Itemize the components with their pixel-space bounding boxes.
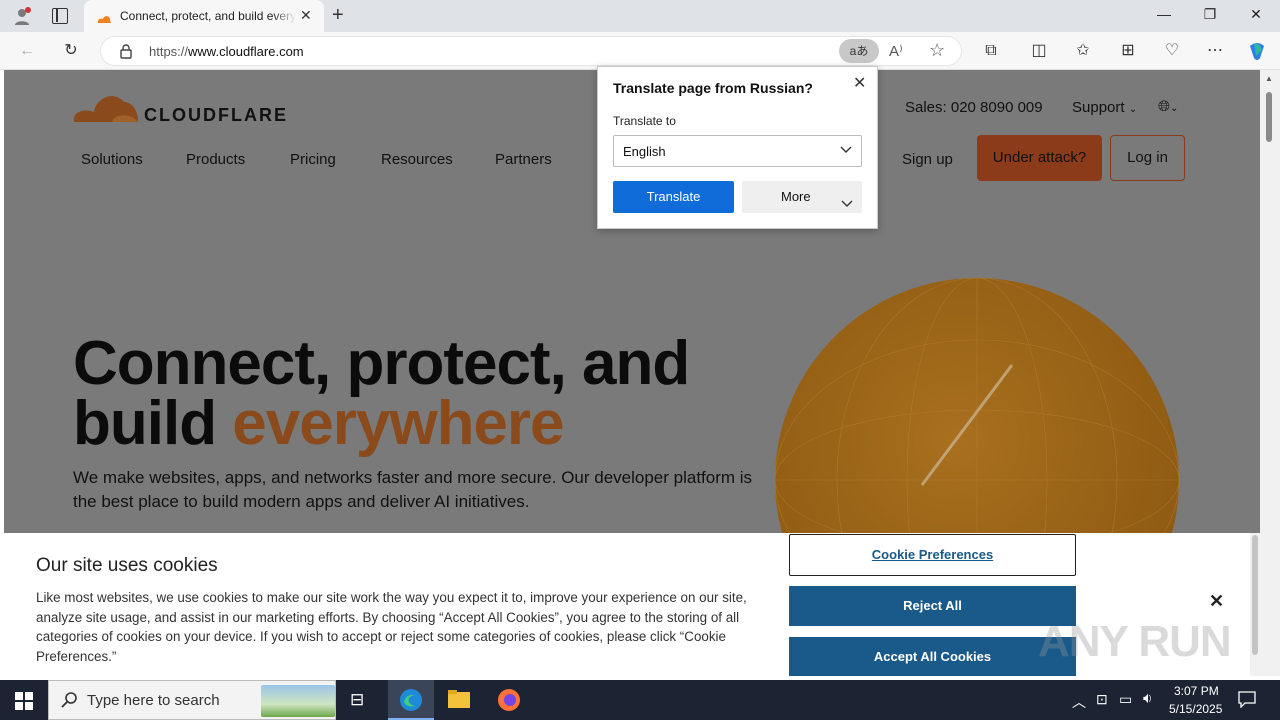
chevron-down-icon [839, 142, 853, 161]
task-view-icon[interactable]: ⊟ [350, 690, 364, 710]
cloudflare-favicon-icon [96, 11, 112, 29]
network-icon[interactable]: ▭ [1119, 691, 1132, 708]
translate-header: Translate page from Russian? [613, 80, 813, 96]
search-placeholder: Type here to search [87, 692, 220, 709]
cookie-title: Our site uses cookies [36, 555, 218, 576]
translate-popup: Translate page from Russian? ✕ Translate… [597, 66, 878, 229]
logo-wordmark: CLOUDFLARE [144, 105, 288, 125]
close-cookie-icon[interactable]: ✕ [1209, 591, 1224, 612]
refresh-icon[interactable]: ↻ [60, 40, 82, 62]
tray-overflow-icon[interactable]: ︿ [1072, 692, 1086, 712]
profile-icon[interactable] [12, 6, 32, 26]
favorites-icon[interactable]: ✩ [1072, 40, 1094, 62]
nav-partners[interactable]: Partners [495, 151, 552, 168]
browser-toolbar: ← ↻ https://www.cloudflare.com aあ A⁾ ☆ ⧉… [0, 32, 1280, 70]
clock-time[interactable]: 3:07 PM [1174, 684, 1219, 698]
copilot-icon[interactable] [1246, 40, 1268, 62]
login-button[interactable]: Log in [1110, 135, 1185, 181]
firefox-icon[interactable] [497, 688, 521, 717]
close-tab-icon[interactable]: ✕ [300, 7, 312, 24]
extensions-icon[interactable]: ⧉ [980, 40, 1002, 62]
signup-link[interactable]: Sign up [902, 151, 953, 168]
lock-icon[interactable] [119, 43, 133, 64]
hero-subtitle: We make websites, apps, and networks fas… [73, 468, 753, 511]
cloudflare-logo[interactable]: CLOUDFLARE [72, 90, 286, 125]
hero-accent-word: everywhere [232, 389, 564, 458]
search-highlight-image [261, 685, 335, 717]
scroll-up-icon[interactable]: ▲ [1265, 74, 1273, 83]
nav-pricing[interactable]: Pricing [290, 151, 336, 168]
translate-to-label: Translate to [613, 114, 676, 128]
search-icon [61, 691, 79, 714]
chevron-down-icon: ⌄ [1128, 104, 1138, 115]
under-attack-button[interactable]: Under attack? [977, 135, 1102, 181]
restore-icon[interactable]: ❐ [1200, 6, 1220, 23]
hero-title: Connect, protect, and build everywhere [73, 329, 690, 458]
minimize-icon[interactable]: — [1154, 6, 1174, 22]
support-menu[interactable]: Support ⌄ [1072, 99, 1137, 116]
favorite-star-icon[interactable]: ☆ [929, 40, 945, 61]
windows-start-icon[interactable] [15, 692, 33, 715]
nav-solutions[interactable]: Solutions [81, 151, 143, 168]
chevron-down-icon [840, 190, 854, 222]
read-aloud-icon[interactable]: A⁾ [889, 42, 903, 60]
url-text: https://www.cloudflare.com [149, 44, 304, 59]
collections-icon[interactable]: ⊞ [1117, 40, 1139, 62]
split-screen-icon[interactable]: ◫ [1028, 40, 1050, 62]
cookie-banner: Our site uses cookies Like most websites… [4, 533, 1260, 676]
tab-strip: Connect, protect, and build everywhere ✕… [0, 0, 1280, 32]
selected-language: English [623, 144, 666, 159]
cookie-preferences-button[interactable]: Cookie Preferences [789, 534, 1076, 576]
edge-taskbar-icon[interactable] [388, 680, 434, 720]
reject-all-button[interactable]: Reject All [789, 586, 1076, 626]
translate-icon[interactable]: aあ [839, 39, 879, 63]
meet-now-icon[interactable]: ⊡ [1096, 691, 1108, 708]
watermark-text: ANY RUN [1038, 617, 1232, 666]
translate-button[interactable]: Translate [613, 181, 734, 213]
language-globe-icon[interactable]: 🌐︎⌄ [1158, 98, 1178, 115]
browser-essentials-icon[interactable]: ♡ [1161, 40, 1183, 62]
support-label: Support [1072, 99, 1125, 116]
taskbar: Type here to search ⊟ ︿ ⊡ ▭ 🔉︎ 3:07 PM 5… [0, 680, 1280, 720]
tab-title: Connect, protect, and build everywhere [120, 9, 296, 23]
nav-resources[interactable]: Resources [381, 151, 453, 168]
cookie-scrollbar[interactable] [1250, 533, 1260, 676]
plus-icon: + [332, 4, 344, 26]
cookie-preferences-label: Cookie Preferences [871, 547, 994, 562]
nav-products[interactable]: Products [186, 151, 245, 168]
close-popup-icon[interactable]: ✕ [853, 73, 866, 93]
hero-line-1: Connect, protect, and [73, 329, 690, 398]
clock-date[interactable]: 5/15/2025 [1169, 702, 1222, 716]
new-tab-button[interactable]: + [332, 4, 344, 27]
accept-all-button[interactable]: Accept All Cookies [789, 637, 1076, 676]
file-explorer-icon[interactable] [448, 690, 470, 713]
scroll-thumb[interactable] [1266, 92, 1272, 142]
sales-phone[interactable]: Sales: 020 8090 009 [905, 99, 1043, 116]
address-bar[interactable]: https://www.cloudflare.com aあ A⁾ ☆ [100, 36, 962, 66]
taskbar-search[interactable]: Type here to search [48, 680, 336, 720]
active-tab[interactable]: Connect, protect, and build everywhere ✕ [84, 0, 324, 32]
more-menu-icon[interactable]: ⋯ [1204, 40, 1226, 62]
cloud-logo-icon [73, 96, 138, 122]
notifications-icon[interactable] [1238, 690, 1256, 713]
back-icon[interactable]: ← [16, 40, 38, 62]
language-select[interactable]: English [613, 135, 862, 167]
page-scrollbar[interactable]: ▲ [1260, 70, 1280, 676]
more-label: More [781, 189, 811, 204]
volume-icon[interactable]: 🔉︎ [1143, 690, 1152, 707]
more-button[interactable]: More [742, 181, 862, 213]
close-window-icon[interactable]: ✕ [1246, 6, 1266, 23]
cookie-body: Like most websites, we use cookies to ma… [36, 590, 747, 664]
hero-line-2: build everywhere [73, 389, 565, 458]
tab-actions-icon[interactable] [52, 8, 68, 24]
